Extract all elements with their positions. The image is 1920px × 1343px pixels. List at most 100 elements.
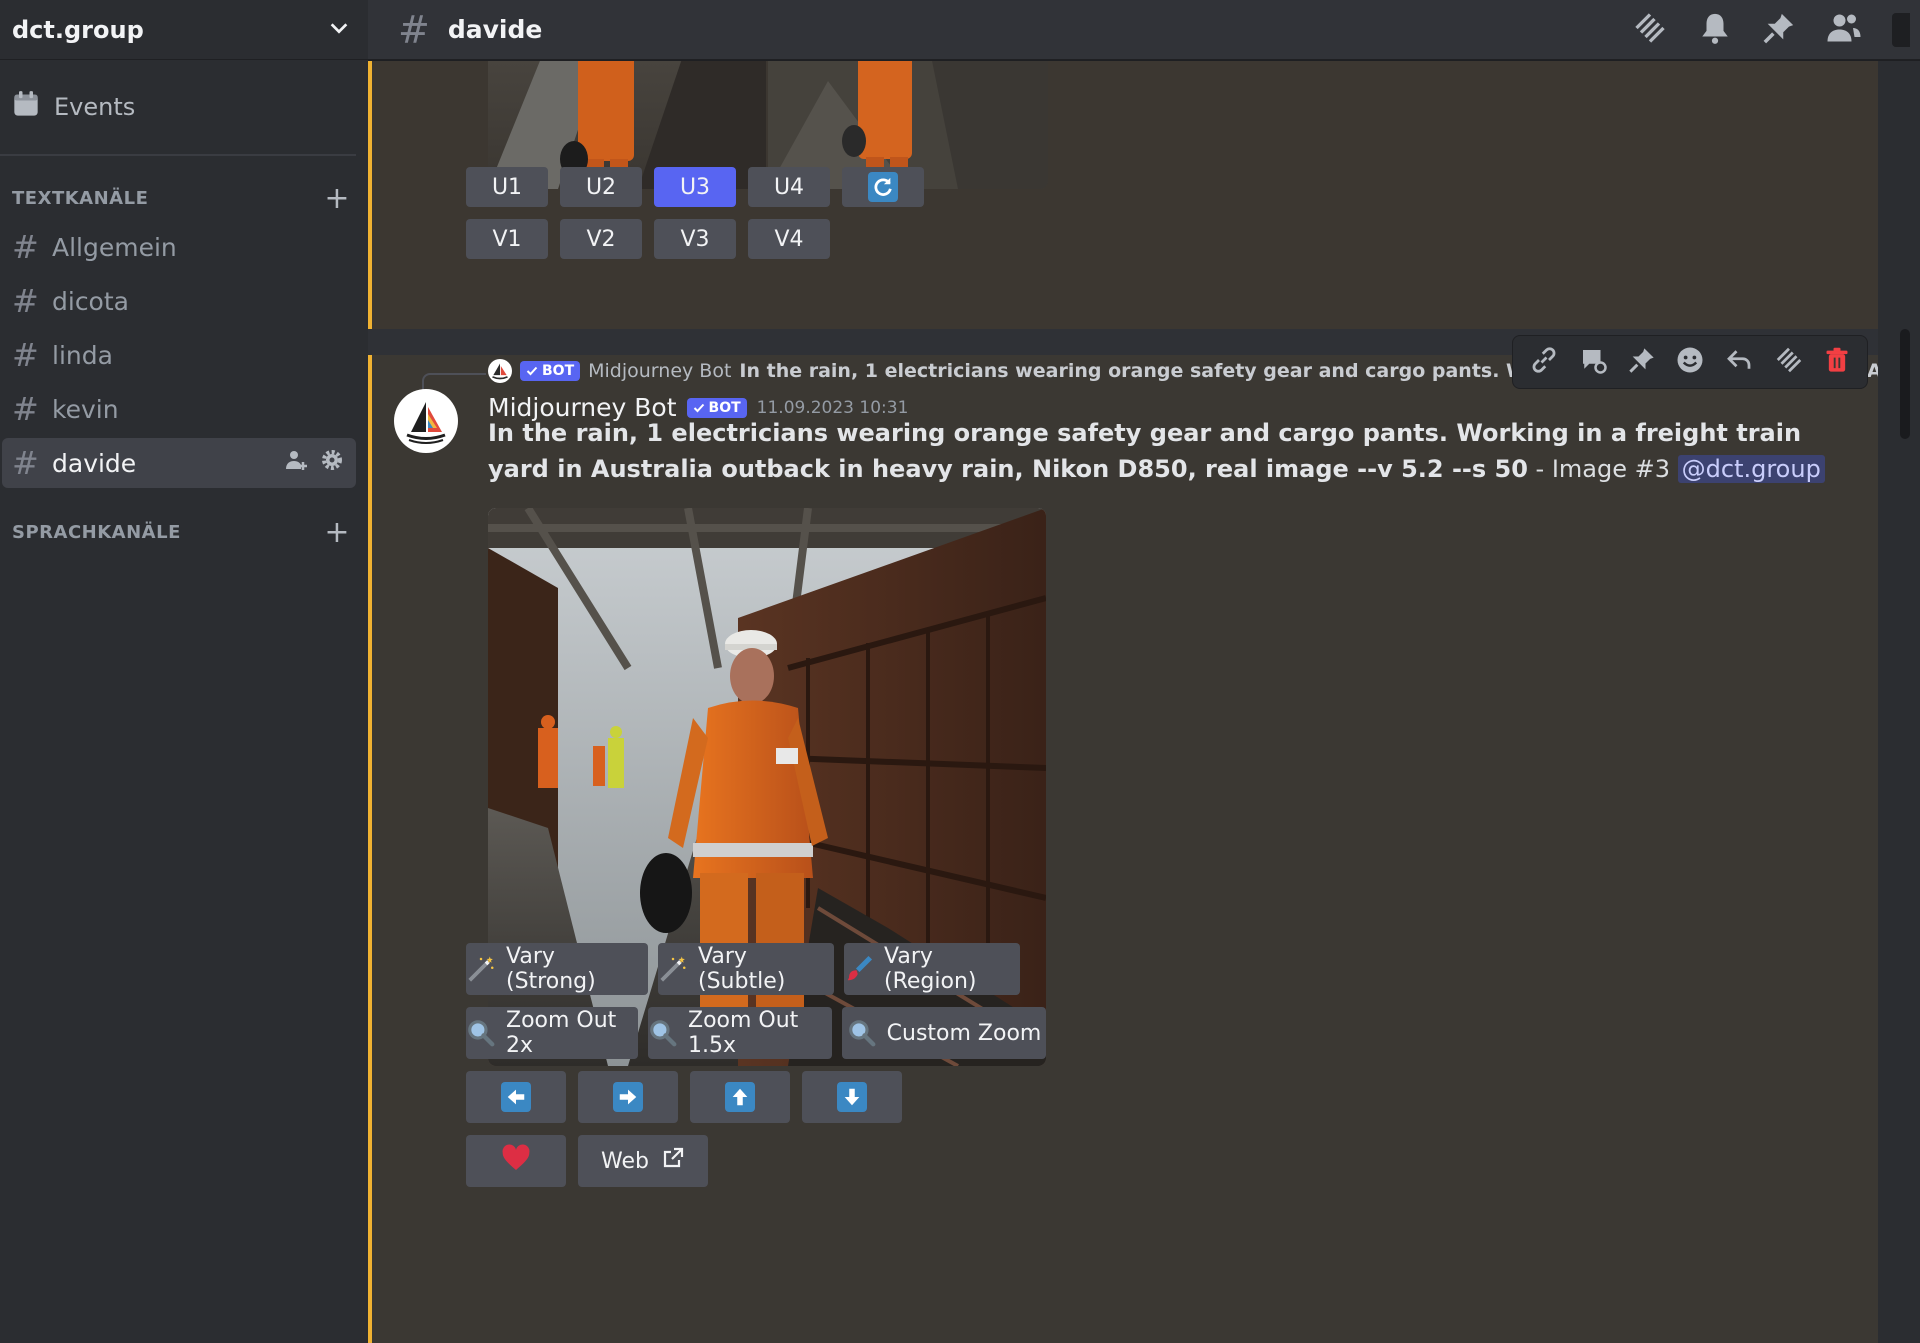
mention-chip[interactable]: @dct.group <box>1677 455 1825 483</box>
channel-item-kevin[interactable]: # kevin <box>2 384 356 434</box>
vary-region-button[interactable]: Vary (Region) <box>844 943 1020 995</box>
channel-item-linda[interactable]: # linda <box>2 330 356 380</box>
channel-label: davide <box>52 448 137 478</box>
web-link-button[interactable]: Web <box>578 1135 708 1187</box>
channel-label: linda <box>52 340 113 370</box>
u4-button[interactable]: U4 <box>748 167 830 207</box>
channel-header: # davide <box>368 0 1920 60</box>
hash-icon: # <box>12 336 39 374</box>
members-icon[interactable] <box>1826 10 1862 50</box>
vary-strong-label: Vary (Strong) <box>506 944 596 994</box>
u1-button[interactable]: U1 <box>466 167 548 207</box>
category-label: TEXTKANÄLE <box>12 187 149 209</box>
channel-actions <box>284 448 344 478</box>
heart-icon <box>500 1142 532 1180</box>
arrow-right-icon <box>613 1082 643 1112</box>
v3-button[interactable]: V3 <box>654 219 736 259</box>
v2-button[interactable]: V2 <box>560 219 642 259</box>
u3-button[interactable]: U3 <box>654 167 736 207</box>
channel-label: kevin <box>52 394 119 424</box>
vary-subtle-label: Vary (Subtle) <box>698 944 786 994</box>
hash-icon: # <box>12 228 39 266</box>
channel-title: davide <box>447 15 543 44</box>
zoom-out-1-5x-label: Zoom Out 1.5x <box>688 1008 799 1058</box>
server-sidebar: dct.group Events TEXTKANÄLE + # Allgemei… <box>0 0 368 1343</box>
arrow-down-icon <box>837 1082 867 1112</box>
message-upscaled-result: BOT Midjourney Bot In the rain, 1 electr… <box>368 335 1882 1343</box>
reroll-button[interactable] <box>842 167 924 207</box>
channel-item-dicota[interactable]: # dicota <box>2 276 356 326</box>
emoji-icon[interactable] <box>1675 345 1705 379</box>
hash-icon: # <box>12 390 39 428</box>
category-label: SPRACHKANÄLE <box>12 521 181 543</box>
magnifier-icon <box>648 1018 678 1048</box>
scrollbar-thumb[interactable] <box>1900 329 1910 439</box>
text-channels-category[interactable]: TEXTKANÄLE + <box>0 178 368 218</box>
vary-region-label: Vary (Region) <box>884 944 977 994</box>
chevron-down-icon[interactable] <box>328 17 350 43</box>
zoom-out-2x-button[interactable]: Zoom Out 2x <box>466 1007 638 1059</box>
web-label: Web <box>601 1148 649 1174</box>
add-channel-icon[interactable]: + <box>324 515 350 550</box>
message-content: In the rain, 1 electricians wearing oran… <box>488 415 1828 487</box>
invite-icon[interactable] <box>284 448 308 478</box>
reply-icon[interactable] <box>1724 345 1754 379</box>
bot-badge-label: BOT <box>542 363 575 379</box>
pin-icon[interactable] <box>1762 11 1796 49</box>
scrollbar-track[interactable] <box>1878 61 1920 1343</box>
pin-icon[interactable] <box>1628 346 1656 378</box>
bot-avatar[interactable] <box>394 389 458 453</box>
hash-icon: # <box>398 7 430 52</box>
hash-icon: # <box>12 282 39 320</box>
v1-button[interactable]: V1 <box>466 219 548 259</box>
message-list: U1 U2 U3 U4 V1 V2 V3 V4 BOT Midjourney B… <box>368 61 1920 1343</box>
channel-item-allgemein[interactable]: # Allgemein <box>2 222 356 272</box>
reply-author: Midjourney Bot <box>588 360 732 382</box>
image-number: - Image #3 <box>1527 455 1678 483</box>
gear-icon[interactable] <box>320 448 344 478</box>
channel-item-davide[interactable]: # davide <box>2 438 356 488</box>
voice-channels-category[interactable]: SPRACHKANÄLE + <box>0 512 368 552</box>
zoom-out-1-5x-button[interactable]: Zoom Out 1.5x <box>648 1007 832 1059</box>
channel-label: Allgemein <box>52 232 177 262</box>
calendar-icon <box>12 90 40 124</box>
zoom-out-2x-label: Zoom Out 2x <box>506 1008 617 1058</box>
server-header[interactable]: dct.group <box>0 0 368 60</box>
u2-button[interactable]: U2 <box>560 167 642 207</box>
favorite-button[interactable] <box>466 1135 566 1187</box>
reroll-icon <box>868 172 898 202</box>
magic-wand-icon <box>466 954 496 984</box>
bot-badge-label: BOT <box>708 399 741 416</box>
threads-icon[interactable] <box>1632 10 1668 50</box>
arrow-up-icon <box>725 1082 755 1112</box>
trash-icon[interactable] <box>1823 346 1851 378</box>
magnifier-icon <box>847 1018 877 1048</box>
vary-strong-button[interactable]: Vary (Strong) <box>466 943 648 995</box>
channel-label: dicota <box>52 286 129 316</box>
reply-avatar <box>488 359 512 383</box>
bell-icon[interactable] <box>1698 11 1732 49</box>
external-link-icon <box>661 1146 685 1176</box>
events-item[interactable]: Events <box>0 60 356 156</box>
custom-zoom-label: Custom Zoom <box>886 1020 1042 1046</box>
pan-up-button[interactable] <box>690 1071 790 1123</box>
arrow-left-icon <box>501 1082 531 1112</box>
header-toolbar <box>1632 0 1920 60</box>
pan-right-button[interactable] <box>578 1071 678 1123</box>
vary-subtle-button[interactable]: Vary (Subtle) <box>658 943 834 995</box>
magic-wand-icon <box>658 954 688 984</box>
pan-left-button[interactable] <box>466 1071 566 1123</box>
v4-button[interactable]: V4 <box>748 219 830 259</box>
thread-icon[interactable] <box>1578 345 1608 379</box>
message-actions-toolbar <box>1512 335 1868 389</box>
threads-icon[interactable] <box>1774 345 1804 379</box>
events-label: Events <box>54 93 136 121</box>
server-name: dct.group <box>12 15 144 44</box>
bot-badge: BOT <box>520 361 581 381</box>
pan-down-button[interactable] <box>802 1071 902 1123</box>
link-icon[interactable] <box>1529 345 1559 379</box>
add-channel-icon[interactable]: + <box>324 181 350 216</box>
search-box-edge[interactable] <box>1892 13 1910 47</box>
paintbrush-icon <box>844 954 874 984</box>
custom-zoom-button[interactable]: Custom Zoom <box>842 1007 1046 1059</box>
